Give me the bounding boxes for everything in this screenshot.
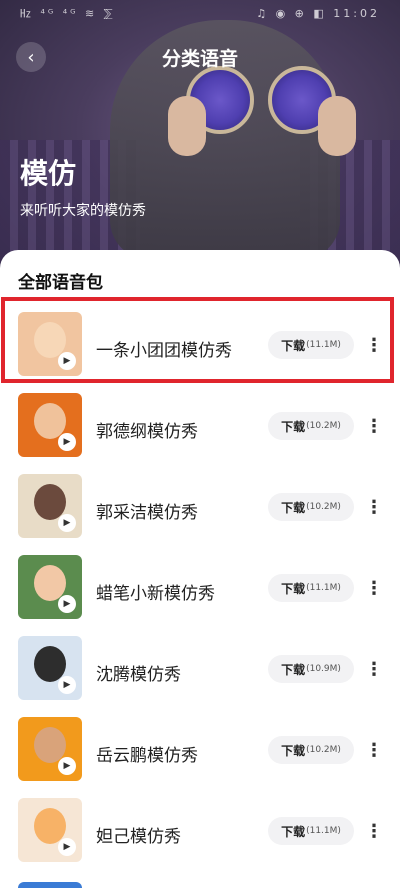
download-button[interactable]: 下载 (10.2M) [268, 493, 354, 521]
play-icon[interactable]: ▶ [58, 433, 76, 451]
voice-pack-thumbnail[interactable]: ▶ [18, 717, 82, 781]
more-options-icon[interactable]: ⋮ [365, 819, 383, 843]
voice-pack-name: 一条小团团模仿秀 [96, 341, 232, 361]
voice-pack-name: 蜡笔小新模仿秀 [96, 584, 215, 604]
file-size: (10.2M) [306, 502, 341, 512]
download-label: 下载 [281, 419, 306, 434]
download-label: 下载 [281, 338, 306, 353]
hero-banner: ㎐ ⁴ᴳ ⁴ᴳ ≋ ⅀ ♫ ◉ ⊕ ◧ 11:02 ‹ 分类语音 模仿 来听听大… [0, 0, 400, 285]
list-item[interactable]: ▶ 郭德纲模仿秀 下载 (10.2M) ⋮ [0, 377, 400, 458]
list-item[interactable]: ▶ 郭采洁模仿秀 下载 (10.2M) ⋮ [0, 458, 400, 539]
play-icon[interactable]: ▶ [58, 838, 76, 856]
list-item[interactable]: ▶ 岳云鹏模仿秀 下载 (10.2M) ⋮ [0, 701, 400, 782]
more-options-icon[interactable]: ⋮ [365, 657, 383, 681]
more-options-icon[interactable]: ⋮ [365, 414, 383, 438]
category-title: 模仿 [20, 157, 77, 190]
voice-pack-name: 郭采洁模仿秀 [96, 503, 198, 523]
file-size: (10.2M) [306, 421, 341, 431]
download-button[interactable]: 下载 (10.2M) [268, 736, 354, 764]
status-left: ㎐ ⁴ᴳ ⁴ᴳ ≋ ⅀ [20, 7, 116, 20]
voice-pack-name: 岳云鹏模仿秀 [96, 746, 198, 766]
play-icon[interactable]: ▶ [58, 757, 76, 775]
category-subtitle: 来听听大家的模仿秀 [20, 203, 146, 219]
hero-image-detail [168, 96, 206, 156]
page-title: 分类语音 [161, 48, 238, 70]
download-button[interactable]: 下载 (11.1M) [268, 574, 354, 602]
play-icon[interactable]: ▶ [58, 595, 76, 613]
download-button[interactable]: 下载 (11.1M) [268, 331, 354, 359]
file-size: (10.9M) [306, 664, 341, 674]
download-button[interactable]: 下载 (10.9M) [268, 655, 354, 683]
file-size: (11.1M) [306, 826, 341, 836]
download-button[interactable]: 下载 (10.2M) [268, 412, 354, 440]
download-label: 下载 [281, 824, 306, 839]
file-size: (10.2M) [306, 745, 341, 755]
download-label: 下载 [281, 662, 306, 677]
more-options-icon[interactable]: ⋮ [365, 576, 383, 600]
voice-pack-name: 郭德纲模仿秀 [96, 422, 198, 442]
download-label: 下载 [281, 500, 306, 515]
voice-pack-thumbnail[interactable]: ▶ [18, 474, 82, 538]
more-options-icon[interactable]: ⋮ [365, 738, 383, 762]
file-size: (11.1M) [306, 583, 341, 593]
download-button[interactable]: 下载 (11.1M) [268, 817, 354, 845]
play-icon[interactable]: ▶ [58, 352, 76, 370]
voice-pack-thumbnail[interactable]: ▶ [18, 636, 82, 700]
status-bar: ㎐ ⁴ᴳ ⁴ᴳ ≋ ⅀ ♫ ◉ ⊕ ◧ 11:02 [0, 0, 400, 26]
section-title: 全部语音包 [18, 273, 103, 293]
content-sheet: 全部语音包 ▶ 一条小团团模仿秀 下载 (11.1M) ⋮ ▶ 郭德纲模仿秀 下载… [0, 250, 400, 888]
download-label: 下载 [281, 743, 306, 758]
voice-pack-name: 沈腾模仿秀 [96, 665, 181, 685]
download-label: 下载 [281, 581, 306, 596]
voice-pack-thumbnail[interactable]: ▶ [18, 798, 82, 862]
list-item-thumbnail-peek [18, 882, 82, 888]
list-item[interactable]: ▶ 蜡笔小新模仿秀 下载 (11.1M) ⋮ [0, 539, 400, 620]
voice-pack-thumbnail[interactable]: ▶ [18, 555, 82, 619]
list-item[interactable]: ▶ 一条小团团模仿秀 下载 (11.1M) ⋮ [0, 296, 400, 377]
voice-pack-thumbnail[interactable]: ▶ [18, 393, 82, 457]
hero-image-detail [318, 96, 356, 156]
play-icon[interactable]: ▶ [58, 514, 76, 532]
status-right: ♫ ◉ ⊕ ◧ 11:02 [256, 6, 380, 20]
voice-pack-list: ▶ 一条小团团模仿秀 下载 (11.1M) ⋮ ▶ 郭德纲模仿秀 下载 (10.2M… [0, 296, 400, 863]
list-item[interactable]: ▶ 沈腾模仿秀 下载 (10.9M) ⋮ [0, 620, 400, 701]
voice-pack-thumbnail[interactable]: ▶ [18, 312, 82, 376]
list-item[interactable]: ▶ 妲己模仿秀 下载 (11.1M) ⋮ [0, 782, 400, 863]
file-size: (11.1M) [306, 340, 341, 350]
more-options-icon[interactable]: ⋮ [365, 333, 383, 357]
more-options-icon[interactable]: ⋮ [365, 495, 383, 519]
voice-pack-name: 妲己模仿秀 [96, 827, 181, 847]
play-icon[interactable]: ▶ [58, 676, 76, 694]
